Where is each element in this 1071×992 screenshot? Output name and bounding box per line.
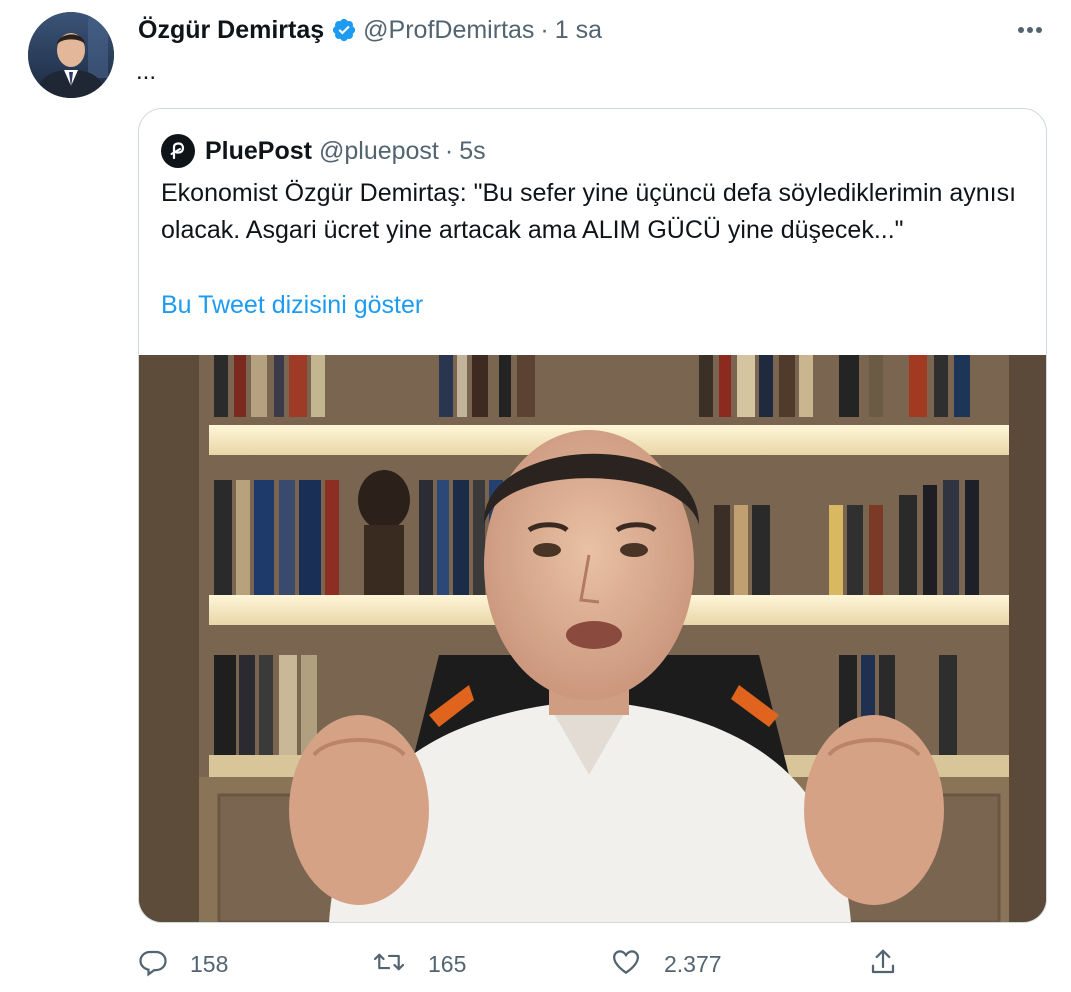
- quoted-timestamp: 5s: [459, 136, 486, 165]
- author-name[interactable]: Özgür Demirtaş: [138, 16, 324, 45]
- separator-dot: ·: [540, 15, 549, 44]
- like-count: 2.377: [664, 950, 722, 977]
- show-thread-link[interactable]: Bu Tweet dizisini göster: [161, 291, 423, 320]
- retweet-count: 165: [428, 950, 467, 977]
- separator-dot: ·: [444, 136, 454, 165]
- like-button[interactable]: 2.377: [610, 944, 722, 984]
- author-handle[interactable]: @ProfDemirtas: [363, 16, 534, 45]
- pluepost-logo[interactable]: [161, 134, 195, 168]
- heart-icon: [610, 947, 642, 982]
- more-horizontal-icon: [1017, 21, 1043, 39]
- retweet-icon: [372, 947, 406, 982]
- quoted-author-handle: @pluepost: [318, 136, 439, 165]
- quoted-tweet-header: PluePost @pluepost · 5s: [161, 134, 486, 168]
- share-button[interactable]: [868, 944, 898, 984]
- tweet-text: ...: [136, 58, 157, 85]
- quoted-tweet-text: Ekonomist Özgür Demirtaş: "Bu sefer yine…: [161, 179, 1017, 244]
- tweet-action-bar: 158 165 2.377: [138, 944, 1045, 984]
- quoted-author-name: PluePost: [205, 136, 312, 165]
- author-avatar[interactable]: [28, 12, 114, 98]
- share-icon: [868, 947, 898, 982]
- retweet-button[interactable]: 165: [372, 944, 466, 984]
- quoted-tweet-video[interactable]: [139, 355, 1046, 922]
- verified-badge-icon: [331, 17, 357, 43]
- more-options-button[interactable]: [1015, 18, 1045, 42]
- reply-count: 158: [190, 950, 229, 977]
- tweet-timestamp[interactable]: 1 sa: [555, 16, 602, 45]
- reply-button[interactable]: 158: [138, 944, 228, 984]
- quoted-tweet[interactable]: PluePost @pluepost · 5s Ekonomist Özgür …: [138, 108, 1047, 923]
- tweet-header: Özgür Demirtaş @ProfDemirtas · 1 sa: [138, 14, 602, 46]
- reply-icon: [138, 947, 168, 982]
